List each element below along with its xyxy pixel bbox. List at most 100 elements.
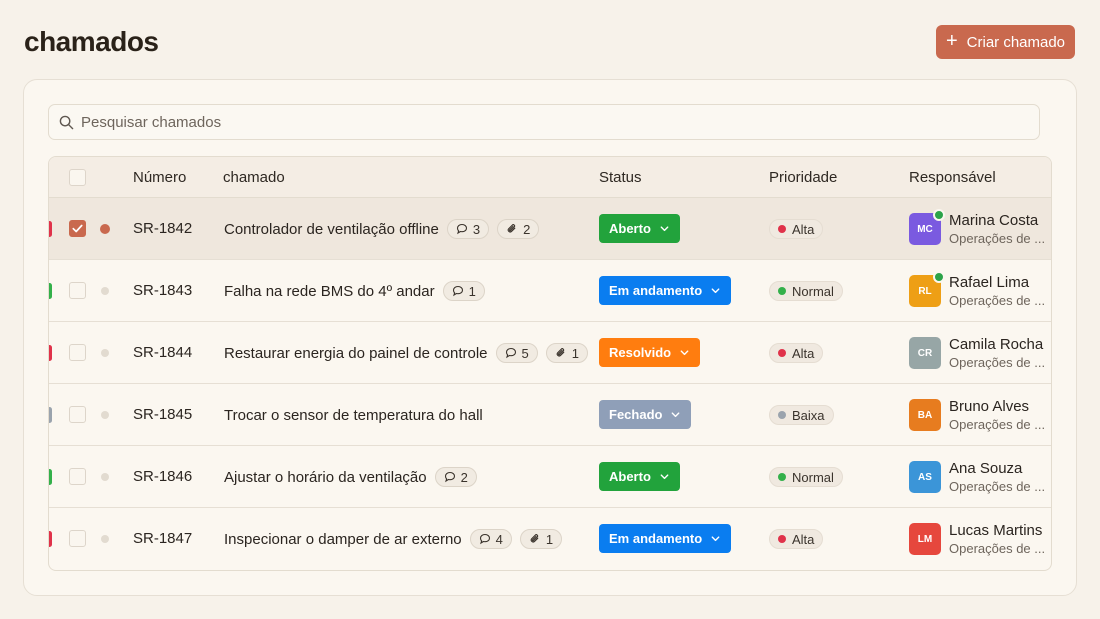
ticket-title-cell: Trocar o sensor de temperatura do hall bbox=[224, 401, 483, 429]
priority-dot bbox=[778, 473, 786, 481]
table-row[interactable]: SR-1847 Inspecionar o damper de ar extern… bbox=[49, 508, 1051, 570]
header-title[interactable]: chamado bbox=[223, 169, 285, 186]
priority-badge: Normal bbox=[769, 467, 843, 487]
assignee-name[interactable]: Lucas Martins bbox=[949, 522, 1042, 539]
comment-count-chip: 3 bbox=[446, 219, 490, 239]
create-ticket-button[interactable]: + Criar chamado bbox=[936, 25, 1075, 59]
ticket-title[interactable]: Inspecionar o damper de ar externo bbox=[224, 531, 462, 548]
status-dropdown[interactable]: Em andamento bbox=[599, 524, 732, 553]
header-status[interactable]: Status bbox=[599, 169, 642, 186]
ticket-title[interactable]: Restaurar energia do painel de controle bbox=[224, 345, 488, 362]
ticket-title[interactable]: Trocar o sensor de temperatura do hall bbox=[224, 407, 483, 424]
table-row[interactable]: SR-1844 Restaurar energia do painel de co… bbox=[49, 322, 1051, 384]
ticket-number[interactable]: SR-1844 bbox=[133, 344, 192, 361]
ticket-title[interactable]: Falha na rede BMS do 4º andar bbox=[224, 283, 435, 300]
avatar-initials: CR bbox=[917, 347, 933, 359]
status-label: Em andamento bbox=[609, 283, 703, 298]
assignee-team: Operações de ... bbox=[949, 355, 1046, 370]
row-checkbox[interactable] bbox=[69, 468, 86, 485]
priority-label: Normal bbox=[792, 469, 834, 485]
row-checkbox[interactable] bbox=[69, 220, 86, 237]
comment-count-chip: 5 bbox=[495, 343, 538, 363]
header-assignee[interactable]: Responsável bbox=[909, 169, 996, 186]
priority-dot bbox=[778, 535, 786, 543]
priority-badge: Alta bbox=[769, 529, 824, 549]
status-dropdown[interactable]: Aberto bbox=[599, 214, 680, 243]
ticket-number[interactable]: SR-1846 bbox=[133, 468, 192, 485]
ticket-title[interactable]: Controlador de ventilação offline bbox=[224, 221, 439, 238]
table-row[interactable]: SR-1843 Falha na rede BMS do 4º andar 1 Em … bbox=[49, 260, 1051, 322]
ticket-number[interactable]: SR-1842 bbox=[133, 220, 192, 237]
assignee-team: Operações de ... bbox=[949, 541, 1046, 556]
status-dropdown[interactable]: Resolvido bbox=[599, 338, 701, 367]
priority-stripe bbox=[49, 407, 52, 423]
row-checkbox[interactable] bbox=[69, 530, 86, 547]
table-row[interactable]: SR-1842 Controlador de ventilação offline… bbox=[49, 198, 1051, 260]
avatar-initials: BA bbox=[917, 409, 933, 421]
row-checkbox[interactable] bbox=[69, 406, 86, 423]
select-all-checkbox[interactable] bbox=[69, 169, 86, 186]
avatar[interactable]: MC bbox=[909, 209, 945, 245]
assignee-name[interactable]: Ana Souza bbox=[949, 460, 1022, 477]
assignee-name[interactable]: Bruno Alves bbox=[949, 398, 1029, 415]
attachment-count-chip: 1 bbox=[519, 529, 563, 549]
comment-count-chip: 1 bbox=[442, 281, 485, 301]
assignee-name[interactable]: Camila Rocha bbox=[949, 336, 1043, 353]
priority-badge: Alta bbox=[769, 219, 824, 239]
comment-count: 5 bbox=[521, 345, 529, 361]
table-row[interactable]: SR-1845 Trocar o sensor de temperatura do… bbox=[49, 384, 1051, 446]
comment-count: 4 bbox=[495, 531, 503, 547]
ticket-number[interactable]: SR-1843 bbox=[133, 282, 192, 299]
avatar[interactable]: RL bbox=[909, 271, 945, 307]
ticket-title[interactable]: Ajustar o horário da ventilação bbox=[224, 469, 427, 486]
avatar-initials: LM bbox=[917, 533, 933, 545]
avatar[interactable]: CR bbox=[909, 337, 941, 369]
ticket-number[interactable]: SR-1847 bbox=[133, 530, 192, 547]
header-priority[interactable]: Prioridade bbox=[769, 169, 837, 186]
avatar-initials: MC bbox=[917, 223, 933, 235]
assignee-team: Operações de ... bbox=[949, 479, 1046, 494]
tickets-card: Número chamado Status Prioridade Respons… bbox=[23, 79, 1077, 596]
comment-count-chip: 4 bbox=[469, 529, 512, 549]
avatar-initials: AS bbox=[918, 471, 932, 483]
avatar[interactable]: AS bbox=[909, 461, 941, 493]
comment-count: 1 bbox=[468, 283, 476, 299]
priority-label: Alta bbox=[792, 531, 815, 547]
status-dropdown[interactable]: Fechado bbox=[599, 400, 692, 429]
comment-icon bbox=[479, 533, 490, 545]
chevron-down-icon bbox=[660, 226, 669, 232]
avatar[interactable]: LM bbox=[909, 523, 941, 555]
assignee-name[interactable]: Rafael Lima bbox=[949, 274, 1029, 291]
priority-stripe bbox=[49, 283, 52, 299]
attachment-count-chip: 2 bbox=[497, 219, 540, 239]
table-row[interactable]: SR-1846 Ajustar o horário da ventilação 2 A… bbox=[49, 446, 1051, 508]
chevron-down-icon bbox=[660, 474, 669, 480]
unread-indicator bbox=[100, 224, 110, 234]
row-checkbox[interactable] bbox=[69, 344, 86, 361]
priority-label: Alta bbox=[792, 221, 815, 237]
paperclip-icon bbox=[556, 348, 565, 357]
status-label: Fechado bbox=[609, 407, 663, 422]
row-checkbox[interactable] bbox=[69, 282, 86, 299]
header-number[interactable]: Número bbox=[133, 169, 186, 186]
search-input[interactable] bbox=[81, 113, 981, 131]
unread-indicator bbox=[101, 349, 109, 357]
priority-stripe bbox=[49, 221, 52, 237]
unread-indicator bbox=[101, 473, 109, 481]
online-status-indicator bbox=[933, 271, 945, 283]
comment-count: 2 bbox=[460, 469, 468, 485]
assignee-team: Operações de ... bbox=[949, 293, 1046, 308]
ticket-number[interactable]: SR-1845 bbox=[133, 406, 192, 423]
chevron-down-icon bbox=[672, 412, 680, 418]
status-dropdown[interactable]: Em andamento bbox=[599, 276, 732, 305]
status-dropdown[interactable]: Aberto bbox=[599, 462, 680, 491]
ticket-title-cell: Controlador de ventilação offline 3 2 bbox=[224, 215, 540, 243]
comment-count: 3 bbox=[472, 221, 481, 237]
unread-indicator bbox=[101, 535, 109, 543]
status-label: Aberto bbox=[609, 221, 651, 236]
avatar[interactable]: BA bbox=[909, 399, 941, 431]
assignee-name[interactable]: Marina Costa bbox=[949, 212, 1038, 229]
assignee-team: Operações de ... bbox=[949, 231, 1046, 246]
priority-label: Alta bbox=[792, 345, 815, 361]
attachment-count-chip: 1 bbox=[545, 343, 588, 363]
